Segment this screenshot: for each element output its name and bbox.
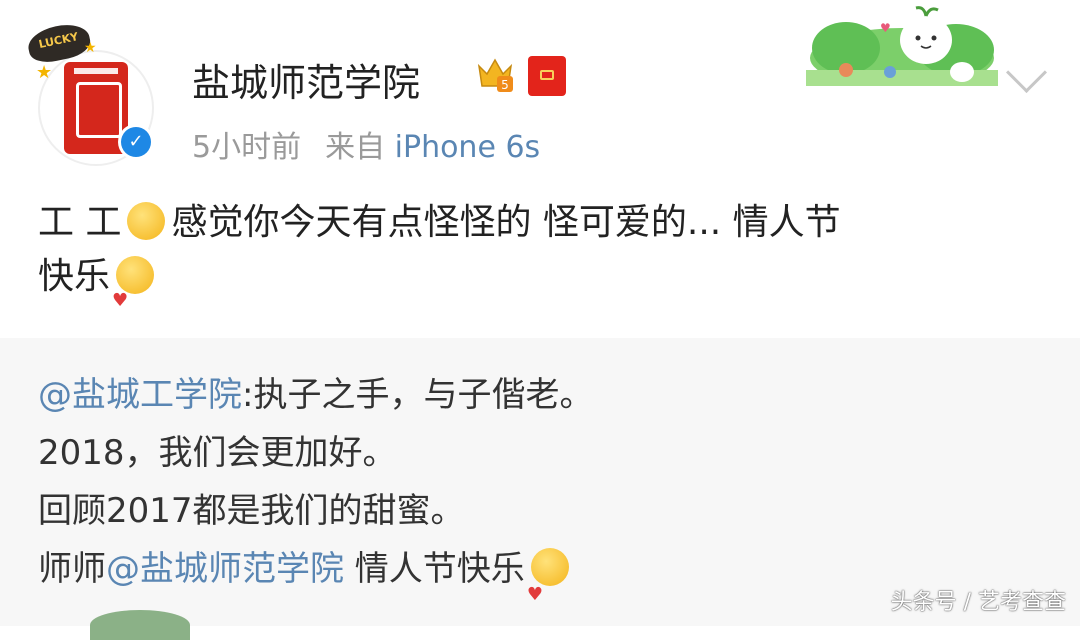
- smile-emoji-icon: [127, 202, 166, 240]
- device-link[interactable]: iPhone 6s: [395, 130, 541, 165]
- svg-text:♥: ♥: [880, 21, 891, 35]
- red-packet-icon[interactable]: [528, 56, 566, 96]
- repost-line: :执子之手，与子偕老。: [242, 375, 594, 415]
- repost-line: 回顾2017都是我们的甜蜜。: [38, 491, 465, 531]
- star-icon: ★: [84, 40, 97, 56]
- username[interactable]: 盐城师范学院: [192, 52, 420, 107]
- post-text: 工 工 感觉你今天有点怪怪的 怪可爱的... 情人节 快乐: [38, 196, 1038, 328]
- post-text-part: 工 工: [38, 202, 122, 243]
- post-text-part: 感觉你今天有点怪怪的 怪可爱的... 情人节: [171, 202, 841, 243]
- star-icon: ★: [36, 62, 53, 83]
- repost-line: 2018，我们会更加好。: [38, 433, 397, 473]
- vip-crown-icon[interactable]: 5: [475, 56, 515, 94]
- source-label: 来自: [325, 130, 386, 165]
- shy-emoji-icon: [112, 256, 155, 328]
- vip-level: 5: [501, 78, 509, 92]
- verified-icon: ✓: [118, 124, 154, 160]
- repost-line: 师师: [38, 549, 106, 589]
- mention-link[interactable]: @盐城工学院: [38, 375, 242, 415]
- chevron-down-icon[interactable]: [1005, 51, 1048, 94]
- shy-emoji-icon: [527, 548, 569, 624]
- repost-text: @盐城工学院:执子之手，与子偕老。 2018，我们会更加好。 回顾2017都是我…: [38, 366, 1048, 624]
- image-thumbnail[interactable]: [90, 610, 190, 640]
- post-text-part: 快乐: [38, 256, 111, 297]
- watermark: 头条号 / 艺考查查: [890, 590, 1066, 615]
- post-time: 5小时前: [192, 130, 302, 165]
- weibo-post: LUCKY ★ ★ ✓ 盐城师范学院 5 5小时前 来自 iPhone 6s ♥ …: [0, 0, 1080, 338]
- reposted-content[interactable]: @盐城工学院:执子之手，与子偕老。 2018，我们会更加好。 回顾2017都是我…: [0, 338, 1080, 626]
- post-meta: 5小时前 来自 iPhone 6s: [192, 122, 540, 166]
- repost-line: 情人节快乐: [344, 549, 525, 589]
- card-sticker: ♥: [806, 6, 998, 86]
- mention-link[interactable]: @盐城师范学院: [106, 549, 344, 589]
